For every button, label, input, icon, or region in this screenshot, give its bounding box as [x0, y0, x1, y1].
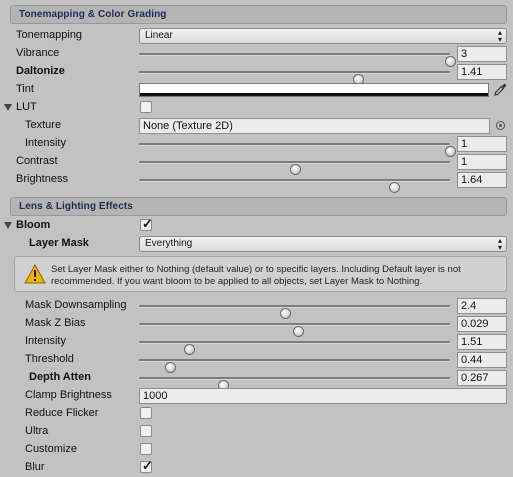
layer-mask-value: Everything	[145, 238, 193, 249]
lut-texture-row: Texture None (Texture 2D)	[0, 117, 513, 135]
section-title: Lens & Lighting Effects	[19, 201, 133, 212]
help-message: Set Layer Mask either to Nothing (defaul…	[51, 264, 461, 287]
lut-intensity-row: Intensity 1	[0, 135, 513, 157]
tonemapping-value: Linear	[145, 30, 173, 41]
ultra-row: Ultra	[0, 423, 513, 441]
mask-downsampling-row: Mask Downsampling 2.4	[0, 297, 513, 319]
clamp-brightness-row: Clamp Brightness 1000	[0, 387, 513, 405]
contrast-row: Contrast 1	[0, 153, 513, 175]
clamp-brightness-label: Clamp Brightness	[25, 389, 112, 401]
alpha-bar	[140, 93, 488, 96]
lut-row: LUT	[0, 99, 513, 117]
layer-mask-help-box: Set Layer Mask either to Nothing (defaul…	[14, 256, 507, 292]
bloom-intensity-label: Intensity	[25, 335, 66, 347]
depth-atten-label: Depth Atten	[29, 371, 91, 383]
vibrance-row: Vibrance 3	[0, 45, 513, 67]
tint-label: Tint	[16, 83, 34, 95]
customize-checkbox[interactable]	[140, 443, 152, 455]
tonemapping-row: Tonemapping Linear ▴ ▾	[0, 27, 513, 45]
lut-intensity-slider[interactable]	[139, 143, 456, 157]
customize-row: Customize	[0, 441, 513, 459]
section-header-lens[interactable]: Lens & Lighting Effects	[10, 197, 507, 216]
ultra-checkbox[interactable]	[140, 425, 152, 437]
threshold-field[interactable]: 0.44	[457, 352, 507, 368]
bloom-intensity-slider[interactable]	[139, 341, 450, 355]
contrast-label: Contrast	[16, 155, 58, 167]
mask-z-bias-row: Mask Z Bias 0.029	[0, 315, 513, 337]
tint-color-field[interactable]	[139, 83, 489, 97]
blur-checkbox[interactable]: ✓	[140, 458, 153, 473]
threshold-slider[interactable]	[139, 359, 450, 373]
daltonize-field[interactable]: 1.41	[457, 64, 507, 80]
brightness-label: Brightness	[16, 173, 68, 185]
lut-label: LUT	[16, 101, 37, 113]
bloom-checkbox[interactable]: ✓	[140, 216, 153, 231]
section-title: Tonemapping & Color Grading	[19, 9, 167, 20]
vibrance-label: Vibrance	[16, 47, 60, 59]
mask-downsampling-field[interactable]: 2.4	[457, 298, 507, 314]
eyedropper-icon[interactable]	[492, 82, 508, 98]
tonemapping-dropdown[interactable]: Linear ▴ ▾	[139, 28, 507, 44]
contrast-field[interactable]: 1	[457, 154, 507, 170]
lut-checkbox[interactable]	[140, 101, 152, 113]
mask-z-bias-label: Mask Z Bias	[25, 317, 86, 329]
tonemapping-label: Tonemapping	[16, 29, 83, 41]
depth-atten-field[interactable]: 0.267	[457, 370, 507, 386]
foldout-arrow-icon[interactable]	[4, 222, 12, 229]
reduce-flicker-row: Reduce Flicker	[0, 405, 513, 423]
brightness-field[interactable]: 1.64	[457, 172, 507, 188]
layer-mask-label: Layer Mask	[29, 237, 89, 249]
foldout-arrow-icon[interactable]	[4, 104, 12, 111]
mask-downsampling-slider[interactable]	[139, 305, 450, 319]
ultra-label: Ultra	[25, 425, 49, 437]
dropdown-arrows-icon: ▴ ▾	[497, 236, 502, 252]
checkmark-icon: ✓	[142, 216, 153, 231]
bloom-row: Bloom ✓	[0, 216, 513, 235]
threshold-label: Threshold	[25, 353, 74, 365]
section-header-tonemapping[interactable]: Tonemapping & Color Grading	[10, 5, 507, 24]
reduce-flicker-label: Reduce Flicker	[25, 407, 99, 419]
layer-mask-dropdown[interactable]: Everything ▴ ▾	[139, 236, 507, 252]
vibrance-slider[interactable]	[139, 53, 456, 67]
bloom-intensity-row: Intensity 1.51	[0, 333, 513, 355]
daltonize-row: Daltonize 1.41	[0, 63, 513, 85]
reduce-flicker-checkbox[interactable]	[140, 407, 152, 419]
bloom-label: Bloom	[16, 219, 51, 231]
tint-row: Tint	[0, 81, 513, 99]
mask-downsampling-label: Mask Downsampling	[25, 299, 127, 311]
object-picker-icon[interactable]	[496, 121, 505, 130]
layer-mask-row: Layer Mask Everything ▴ ▾	[0, 235, 513, 253]
lut-intensity-field[interactable]: 1	[457, 136, 507, 152]
daltonize-label: Daltonize	[16, 65, 65, 77]
customize-label: Customize	[25, 443, 77, 455]
blur-row: Blur ✓	[0, 458, 513, 477]
texture-label: Texture	[25, 119, 62, 131]
threshold-row: Threshold 0.44	[0, 351, 513, 373]
mask-z-bias-field[interactable]: 0.029	[457, 316, 507, 332]
brightness-slider[interactable]	[139, 179, 450, 193]
contrast-slider[interactable]	[139, 161, 450, 175]
warning-icon	[24, 264, 46, 284]
slider-thumb[interactable]	[389, 182, 401, 193]
clamp-brightness-field[interactable]: 1000	[139, 388, 507, 404]
vibrance-field[interactable]: 3	[457, 46, 507, 62]
texture-object-field[interactable]: None (Texture 2D)	[139, 118, 490, 134]
lut-intensity-label: Intensity	[25, 137, 66, 149]
brightness-row: Brightness 1.64	[0, 171, 513, 193]
depth-atten-row: Depth Atten 0.267	[0, 369, 513, 391]
bloom-intensity-field[interactable]: 1.51	[457, 334, 507, 350]
mask-z-bias-slider[interactable]	[139, 323, 450, 337]
checkmark-icon: ✓	[142, 458, 153, 473]
dropdown-arrows-icon: ▴ ▾	[497, 28, 502, 44]
daltonize-slider[interactable]	[139, 71, 450, 85]
blur-label: Blur	[25, 461, 45, 473]
depth-atten-slider[interactable]	[139, 377, 450, 391]
